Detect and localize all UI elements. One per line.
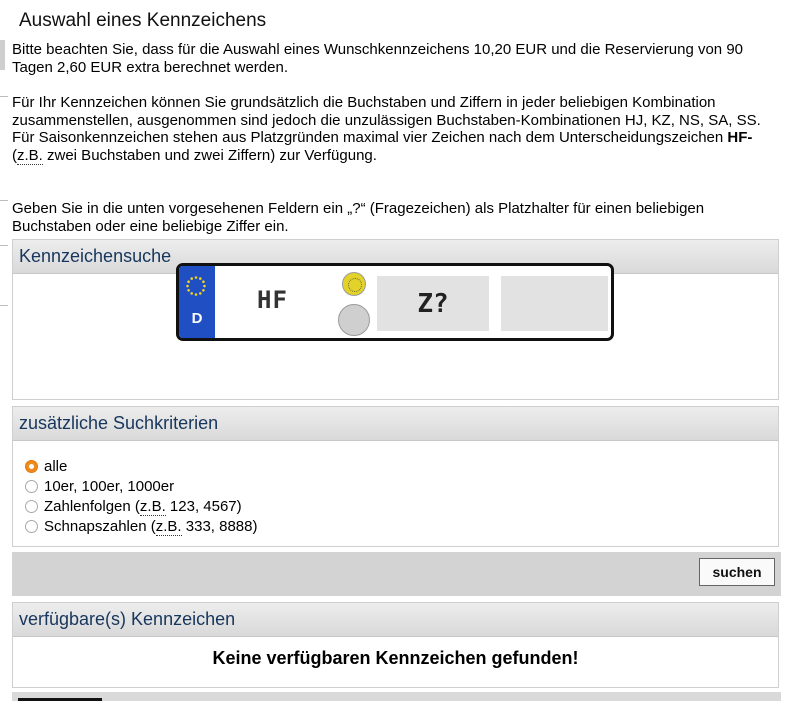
radio-button[interactable]: [25, 460, 38, 473]
eu-stars-icon: [186, 276, 206, 296]
plate-numbers-field[interactable]: [501, 276, 608, 331]
radio-button[interactable]: [25, 500, 38, 513]
criteria-option-all[interactable]: alle: [25, 458, 67, 475]
radio-button[interactable]: [25, 520, 38, 533]
left-margin-tick: [0, 245, 8, 246]
criteria-panel-heading: zusätzliche Suchkriterien: [13, 407, 778, 441]
inspection-seal-icon: [338, 304, 370, 336]
left-margin-tick: [0, 96, 8, 97]
fee-notice: Bitte beachten Sie, dass für die Auswahl…: [12, 41, 744, 76]
plate-numbers-input[interactable]: [501, 276, 608, 331]
results-panel: verfügbare(s) Kennzeichen Keine verfügba…: [12, 602, 779, 688]
country-code: D: [191, 310, 203, 327]
combination-text: Für Ihr Kennzeichen können Sie grundsätz…: [12, 94, 761, 129]
license-plate: D HF: [176, 263, 614, 341]
left-margin-marker: [0, 40, 5, 70]
criteria-option-round-numbers[interactable]: 10er, 100er, 1000er: [25, 478, 174, 495]
combination-notice: Für Ihr Kennzeichen können Sie grundsätz…: [12, 94, 782, 165]
plate-letters-input[interactable]: [377, 276, 489, 331]
left-margin-tick: [0, 200, 8, 201]
registration-seal-icon: [342, 272, 366, 296]
search-panel: Kennzeichensuche D HF: [12, 239, 779, 400]
action-bar: suchen: [12, 552, 781, 596]
criteria-option-repdigits[interactable]: Schnapszahlen (z.B. 333, 8888): [25, 518, 258, 536]
search-button[interactable]: suchen: [699, 558, 775, 586]
season-text-post: zwei Buchstaben und zwei Ziffern) zur Ve…: [42, 146, 377, 164]
season-abbreviation: z.B.: [17, 146, 43, 165]
season-text-pre: Für Saisonkennzeichen stehen aus Platzgr…: [12, 129, 728, 146]
criteria-option-label: 10er, 100er, 1000er: [44, 478, 175, 495]
criteria-panel: zusätzliche Suchkriterien alle 10er, 100…: [12, 406, 779, 547]
plate-city-code: HF: [257, 286, 288, 314]
page-title: Auswahl eines Kennzeichens: [19, 10, 267, 31]
left-margin-tick: [0, 305, 8, 306]
season-city-code: HF-: [727, 129, 753, 146]
criteria-option-label: Zahlenfolgen (z.B. 123, 4567): [44, 498, 242, 516]
eu-band: D: [179, 266, 215, 338]
criteria-option-label: Schnapszahlen (z.B. 333, 8888): [44, 518, 258, 536]
criteria-option-sequences[interactable]: Zahlenfolgen (z.B. 123, 4567): [25, 498, 242, 516]
next-panel-edge: [12, 692, 781, 701]
plate-letters-field[interactable]: [377, 276, 489, 331]
radio-button[interactable]: [25, 480, 38, 493]
results-panel-heading: verfügbare(s) Kennzeichen: [13, 603, 778, 637]
empty-results-message: Keine verfügbaren Kennzeichen gefunden!: [212, 648, 579, 668]
wildcard-notice: Geben Sie in die unten vorgesehenen Feld…: [12, 200, 705, 235]
criteria-option-label: alle: [44, 458, 68, 475]
